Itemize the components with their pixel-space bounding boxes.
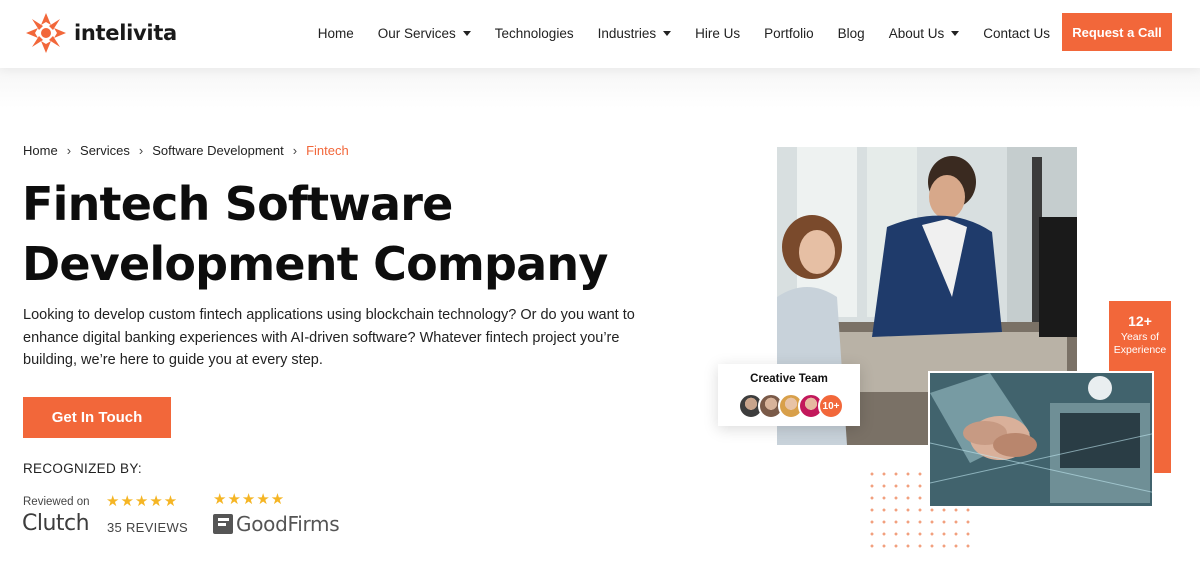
team-avatars: 10+ bbox=[738, 393, 844, 419]
main-menu: Home Our Services Technologies Industries Hi… bbox=[318, 0, 1050, 66]
request-call-button[interactable]: Request a Call bbox=[1062, 13, 1172, 51]
hero-description: Looking to develop custom fintech applic… bbox=[23, 307, 635, 368]
chevron-right-icon: › bbox=[138, 143, 144, 158]
nav-item-label: Hire Us bbox=[695, 25, 741, 41]
nav-item-home[interactable]: Home bbox=[318, 26, 354, 41]
nav-item-about-us[interactable]: About Us bbox=[889, 26, 960, 41]
nav-item-portfolio[interactable]: Portfolio bbox=[764, 26, 814, 41]
caret-down-icon bbox=[462, 30, 471, 36]
brand-logo[interactable]: intelivita bbox=[22, 9, 177, 57]
nav-item-technologies[interactable]: Technologies bbox=[495, 26, 574, 41]
experience-label-line-2: Experience bbox=[1113, 344, 1167, 356]
nav-item-hire-us[interactable]: Hire Us bbox=[695, 26, 740, 41]
breadcrumb-current: Fintech bbox=[306, 143, 349, 158]
nav-item-label: Home bbox=[317, 25, 354, 41]
caret-down-icon bbox=[663, 30, 672, 36]
nav-item-label: About Us bbox=[888, 25, 945, 41]
experience-label: Years of Experience bbox=[1109, 331, 1171, 357]
goodfirms-rating-stars-icon: ★★★★★ bbox=[213, 491, 286, 508]
nav-item-blog[interactable]: Blog bbox=[838, 26, 865, 41]
experience-label-line-1: Years of bbox=[1120, 331, 1160, 343]
breadcrumb-software-development[interactable]: Software Development bbox=[152, 143, 284, 158]
caret-down-icon bbox=[951, 30, 960, 36]
goodfirms-icon bbox=[213, 514, 233, 534]
top-navbar: intelivita Home Our Services Technologies I… bbox=[0, 0, 1200, 68]
clutch-rating-stars-icon: ★★★★★ bbox=[106, 493, 179, 510]
nav-item-label: Industries bbox=[597, 25, 657, 41]
breadcrumb-home[interactable]: Home bbox=[23, 143, 58, 158]
nav-item-label: Blog bbox=[837, 25, 865, 41]
chevron-right-icon: › bbox=[66, 143, 72, 158]
brand-name: intelivita bbox=[74, 21, 177, 45]
title-line-2: Development Company bbox=[22, 237, 608, 291]
recognized-by-heading: RECOGNIZED BY: bbox=[23, 461, 142, 476]
nav-item-label: Portfolio bbox=[764, 25, 814, 41]
breadcrumb-services[interactable]: Services bbox=[80, 143, 130, 158]
team-hands-photo bbox=[928, 371, 1154, 508]
nav-item-our-services[interactable]: Our Services bbox=[378, 26, 471, 41]
nav-item-label: Contact Us bbox=[983, 25, 1050, 41]
get-in-touch-button[interactable]: Get In Touch bbox=[23, 397, 171, 438]
title-line-1: Fintech Software bbox=[22, 177, 453, 231]
clutch-reviewed-on: Reviewed on bbox=[23, 496, 90, 508]
nav-item-industries[interactable]: Industries bbox=[598, 26, 672, 41]
nav-item-contact-us[interactable]: Contact Us bbox=[983, 26, 1050, 41]
creative-team-title: Creative Team bbox=[750, 373, 828, 385]
nav-item-label: Our Services bbox=[377, 25, 456, 41]
clutch-logo[interactable]: Clutch bbox=[22, 511, 90, 536]
chevron-right-icon: › bbox=[292, 143, 298, 158]
goodfirms-badge[interactable]: GoodFirms bbox=[213, 512, 340, 536]
page-title: Fintech Software Development Company bbox=[22, 174, 642, 294]
nav-item-label: Technologies bbox=[494, 25, 574, 41]
clutch-review-count: 35 REVIEWS bbox=[107, 520, 189, 535]
team-photo-illustration bbox=[930, 373, 1152, 506]
breadcrumb: Home › Services › Software Development ›… bbox=[23, 143, 349, 158]
experience-years: 12+ bbox=[1128, 313, 1152, 329]
goodfirms-logo: GoodFirms bbox=[236, 512, 340, 536]
creative-team-card: Creative Team 10+ bbox=[718, 364, 860, 426]
intelivita-logo-icon bbox=[26, 13, 66, 53]
team-count-badge: 10+ bbox=[818, 393, 844, 419]
